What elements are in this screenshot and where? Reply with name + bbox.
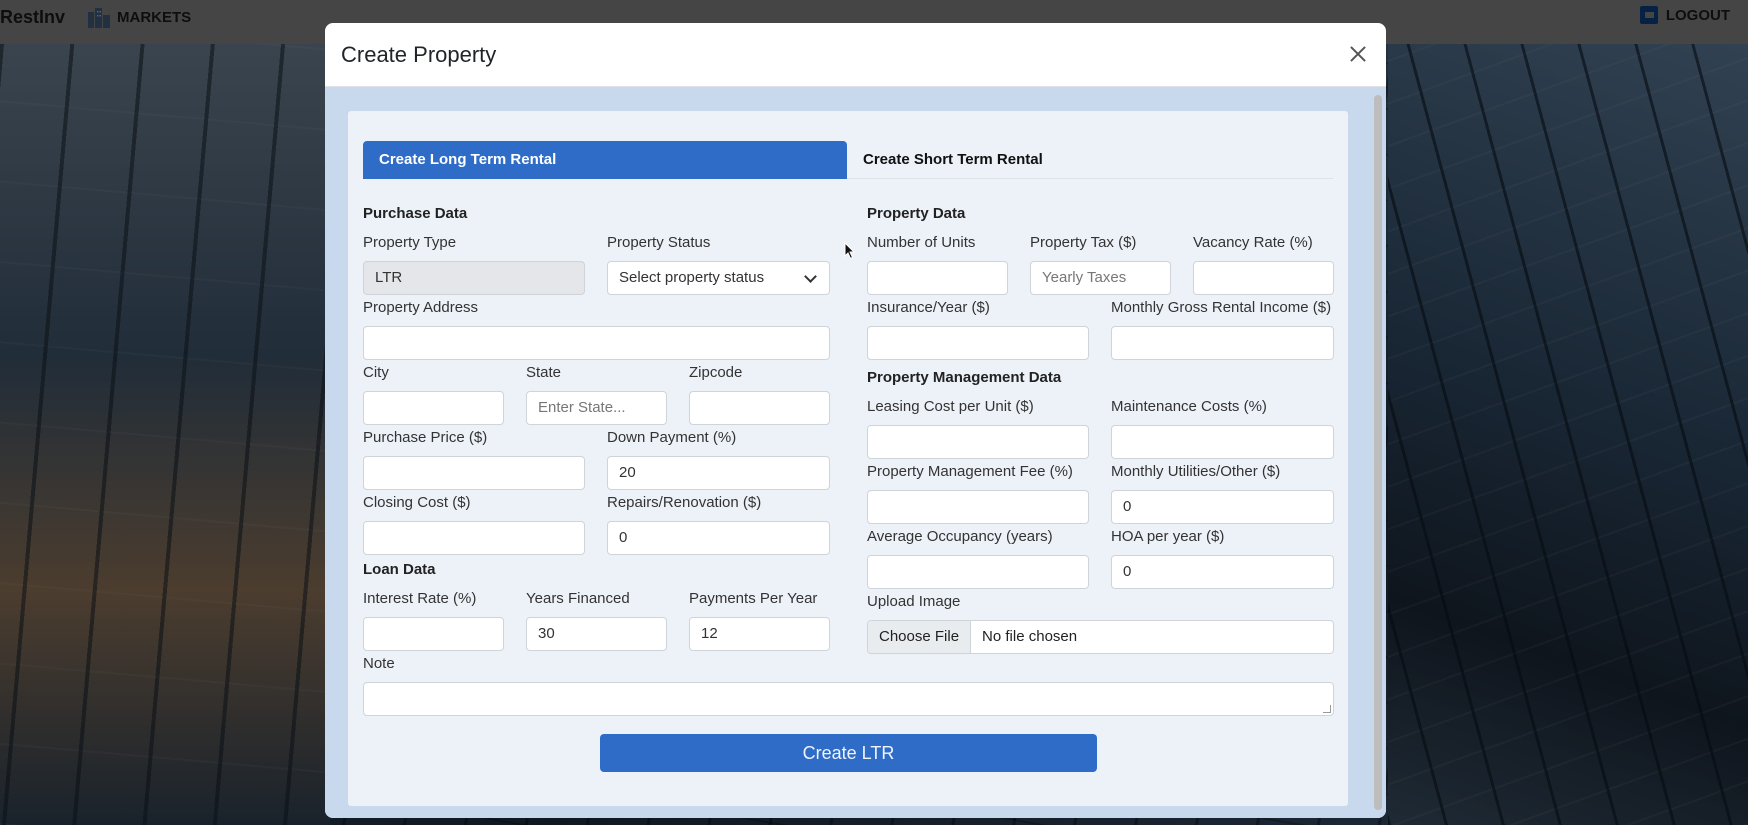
closing-cost-label: Closing Cost ($) bbox=[363, 494, 471, 511]
down-payment-input[interactable]: 20 bbox=[607, 456, 830, 490]
occupancy-input[interactable] bbox=[867, 555, 1089, 589]
property-address-input[interactable] bbox=[363, 326, 830, 360]
upload-image-label: Upload Image bbox=[867, 593, 961, 610]
hoa-input[interactable]: 0 bbox=[1111, 555, 1334, 589]
property-tax-input[interactable]: Yearly Taxes bbox=[1030, 261, 1171, 295]
repairs-input[interactable]: 0 bbox=[607, 521, 830, 555]
property-status-label: Property Status bbox=[607, 234, 711, 251]
insurance-input[interactable] bbox=[867, 326, 1089, 360]
note-label: Note bbox=[363, 655, 395, 672]
file-status-text: No file chosen bbox=[982, 628, 1078, 645]
resize-handle-icon[interactable] bbox=[1323, 705, 1331, 713]
property-data-heading: Property Data bbox=[867, 205, 966, 222]
purchase-price-input[interactable] bbox=[363, 456, 585, 490]
property-status-value: Select property status bbox=[619, 269, 765, 286]
tab-short-term-rental[interactable]: Create Short Term Rental bbox=[847, 141, 1147, 179]
create-property-modal: Create Property Create Long Term Rental … bbox=[325, 23, 1386, 818]
create-ltr-button[interactable]: Create LTR bbox=[600, 734, 1097, 772]
property-type-field: LTR bbox=[363, 261, 585, 295]
city-input[interactable] bbox=[363, 391, 504, 425]
modal-header: Create Property bbox=[325, 23, 1386, 87]
property-type-label: Property Type bbox=[363, 234, 457, 251]
leasing-cost-input[interactable] bbox=[867, 425, 1089, 459]
loan-data-heading: Loan Data bbox=[363, 561, 436, 578]
utilities-label: Monthly Utilities/Other ($) bbox=[1111, 463, 1281, 480]
upload-image-input[interactable]: Choose File No file chosen bbox=[867, 620, 1334, 654]
occupancy-label: Average Occupancy (years) bbox=[867, 528, 1053, 545]
purchase-data-heading: Purchase Data bbox=[363, 205, 468, 222]
maintenance-input[interactable] bbox=[1111, 425, 1334, 459]
purchase-price-label: Purchase Price ($) bbox=[363, 429, 488, 446]
choose-file-button[interactable]: Choose File bbox=[868, 621, 972, 653]
gross-income-input[interactable] bbox=[1111, 326, 1334, 360]
rental-tabs: Create Long Term Rental Create Short Ter… bbox=[363, 141, 1333, 179]
years-financed-input[interactable]: 30 bbox=[526, 617, 667, 651]
modal-scrollbar[interactable] bbox=[1374, 95, 1382, 810]
payments-per-year-label: Payments Per Year bbox=[689, 590, 818, 607]
tab-long-term-rental[interactable]: Create Long Term Rental bbox=[363, 141, 847, 179]
property-address-label: Property Address bbox=[363, 299, 479, 316]
leasing-cost-label: Leasing Cost per Unit ($) bbox=[867, 398, 1034, 415]
modal-body: Create Long Term Rental Create Short Ter… bbox=[325, 87, 1386, 818]
hoa-label: HOA per year ($) bbox=[1111, 528, 1225, 545]
interest-rate-input[interactable] bbox=[363, 617, 504, 651]
city-label: City bbox=[363, 364, 389, 381]
vacancy-rate-label: Vacancy Rate (%) bbox=[1193, 234, 1313, 251]
property-management-heading: Property Management Data bbox=[867, 369, 1062, 386]
zipcode-label: Zipcode bbox=[689, 364, 743, 381]
insurance-label: Insurance/Year ($) bbox=[867, 299, 990, 316]
management-fee-input[interactable] bbox=[867, 490, 1089, 524]
units-label: Number of Units bbox=[867, 234, 976, 251]
units-input[interactable] bbox=[867, 261, 1008, 295]
interest-rate-label: Interest Rate (%) bbox=[363, 590, 477, 607]
management-fee-label: Property Management Fee (%) bbox=[867, 463, 1073, 480]
closing-cost-input[interactable] bbox=[363, 521, 585, 555]
note-textarea[interactable] bbox=[363, 682, 1334, 716]
property-tax-label: Property Tax ($) bbox=[1030, 234, 1137, 251]
state-label: State bbox=[526, 364, 562, 381]
zipcode-input[interactable] bbox=[689, 391, 830, 425]
down-payment-label: Down Payment (%) bbox=[607, 429, 737, 446]
vacancy-rate-input[interactable] bbox=[1193, 261, 1334, 295]
form-panel: Create Long Term Rental Create Short Ter… bbox=[348, 111, 1348, 806]
repairs-label: Repairs/Renovation ($) bbox=[607, 494, 762, 511]
utilities-input[interactable]: 0 bbox=[1111, 490, 1334, 524]
chevron-down-icon bbox=[804, 270, 817, 283]
close-icon[interactable] bbox=[1344, 40, 1372, 68]
modal-title: Create Property bbox=[341, 41, 497, 67]
payments-per-year-input[interactable]: 12 bbox=[689, 617, 830, 651]
maintenance-label: Maintenance Costs (%) bbox=[1111, 398, 1267, 415]
state-placeholder: Enter State... bbox=[538, 399, 626, 416]
property-tax-placeholder: Yearly Taxes bbox=[1042, 269, 1127, 286]
mouse-cursor-icon bbox=[844, 242, 856, 260]
state-input[interactable]: Enter State... bbox=[526, 391, 667, 425]
property-status-select[interactable]: Select property status bbox=[607, 261, 830, 295]
gross-income-label: Monthly Gross Rental Income ($) bbox=[1111, 299, 1332, 316]
years-financed-label: Years Financed bbox=[526, 590, 630, 607]
